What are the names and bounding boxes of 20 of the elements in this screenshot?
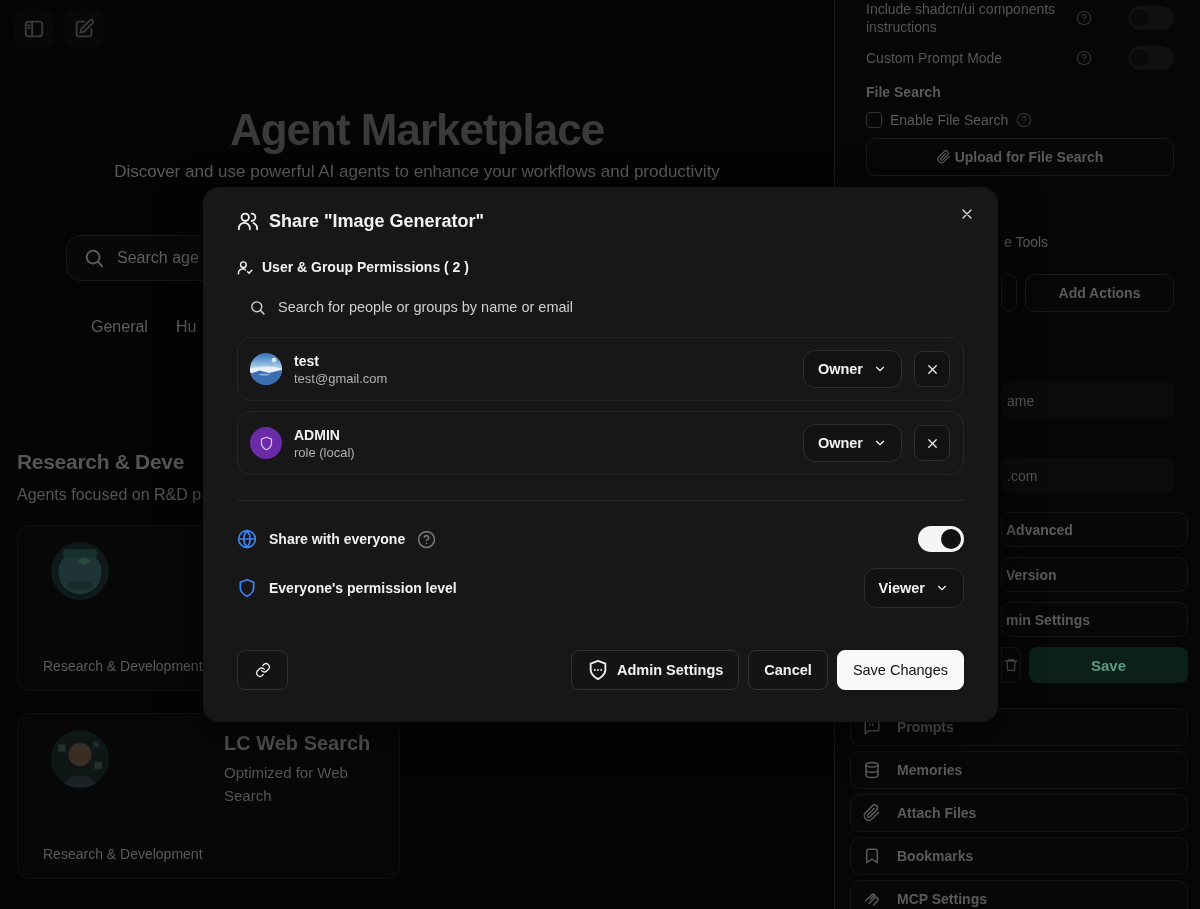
member-detail: role (local) <box>294 444 356 460</box>
member-name: test <box>294 352 320 369</box>
section-heading: File Search <box>865 84 942 100</box>
agent-category: Research & Development <box>43 846 203 862</box>
dialog-title: Share "Image Generator" <box>269 210 485 232</box>
share-label: Share with everyone <box>269 531 406 547</box>
agent-description: Optimized for Web Search <box>224 763 349 806</box>
section-description: Agents focused on R&D p <box>17 485 202 505</box>
section-title: Research & Deve <box>17 449 185 475</box>
checkbox-label: Enable File Search <box>890 112 1009 128</box>
setting-label: Custom Prompt Mode <box>866 49 1004 67</box>
member-detail: test@gmail.com <box>294 370 389 386</box>
permission-label: Everyone's permission level <box>269 580 457 596</box>
setting-label: Include shadcn/ui components instructions <box>866 0 1057 36</box>
page-subtitle: Discover and use powerful AI agents to enhance your workflows and productivity <box>113 161 721 183</box>
agent-category: Research & Development <box>43 658 203 674</box>
agent-name: LC Web Search <box>224 732 372 755</box>
tools-label: e Tools <box>1004 234 1049 250</box>
permissions-heading: User & Group Permissions ( 2 ) <box>262 259 469 275</box>
member-name: ADMIN <box>294 426 341 443</box>
